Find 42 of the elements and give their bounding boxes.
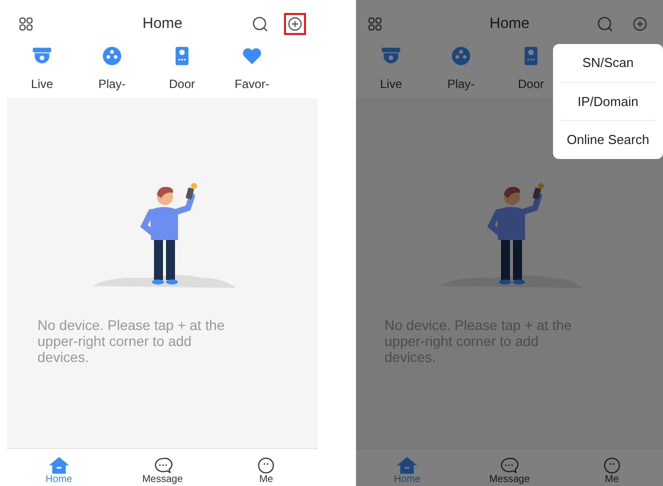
grid-menu-icon[interactable] (368, 17, 382, 31)
nav-label: Message (489, 474, 530, 486)
grid-menu-icon[interactable] (19, 17, 33, 31)
shortcut-label: Door (168, 76, 195, 93)
shortcut-item[interactable]: Play- (77, 45, 147, 93)
screen-title: Home (141, 14, 184, 34)
nav-label: Me (604, 474, 619, 486)
chat-bubble-icon (499, 457, 520, 474)
shortcut-label: Favor- (234, 76, 270, 93)
shortcut-label: Play- (447, 76, 475, 93)
home-icon (397, 457, 418, 474)
nav-tab[interactable]: Message (110, 449, 214, 486)
nav-label: Home (394, 474, 420, 486)
shortcut-item[interactable]: Live (356, 45, 426, 93)
shortcut-label: Play- (98, 76, 126, 93)
add-icon[interactable] (288, 17, 302, 31)
film-reel-icon (101, 45, 123, 67)
search-icon[interactable] (252, 16, 268, 32)
nav-label: Message (142, 474, 183, 486)
shortcut-item[interactable]: Live (7, 45, 77, 93)
film-reel-icon (450, 45, 472, 67)
shortcut-label: Live (380, 76, 402, 93)
shortcut-item[interactable]: Door (147, 45, 217, 93)
nav-label: Home (45, 474, 72, 486)
nav-tab[interactable]: Me (560, 449, 663, 486)
shortcut-label: Live (30, 76, 53, 93)
chat-bubble-icon (152, 457, 172, 474)
home-icon (48, 457, 69, 474)
shortcut-label: Door (518, 76, 544, 93)
screen-title: Home (488, 14, 530, 34)
smiley-icon (602, 457, 622, 474)
nav-tab[interactable]: Me (214, 449, 318, 486)
add-icon[interactable] (633, 17, 647, 31)
search-icon[interactable] (597, 16, 613, 32)
nav-tab[interactable]: Message (458, 449, 561, 486)
shortcut-item[interactable]: Play- (426, 45, 496, 93)
nav-label: Me (259, 474, 274, 486)
menu-item[interactable]: Online Search (561, 120, 655, 158)
menu-item[interactable]: IP/Domain (561, 82, 655, 120)
empty-message: No device. Please tap + at the upper-right corner to add devices. (38, 317, 226, 365)
smiley-icon (256, 457, 276, 474)
shortcut-item[interactable]: Favor- (217, 45, 287, 93)
